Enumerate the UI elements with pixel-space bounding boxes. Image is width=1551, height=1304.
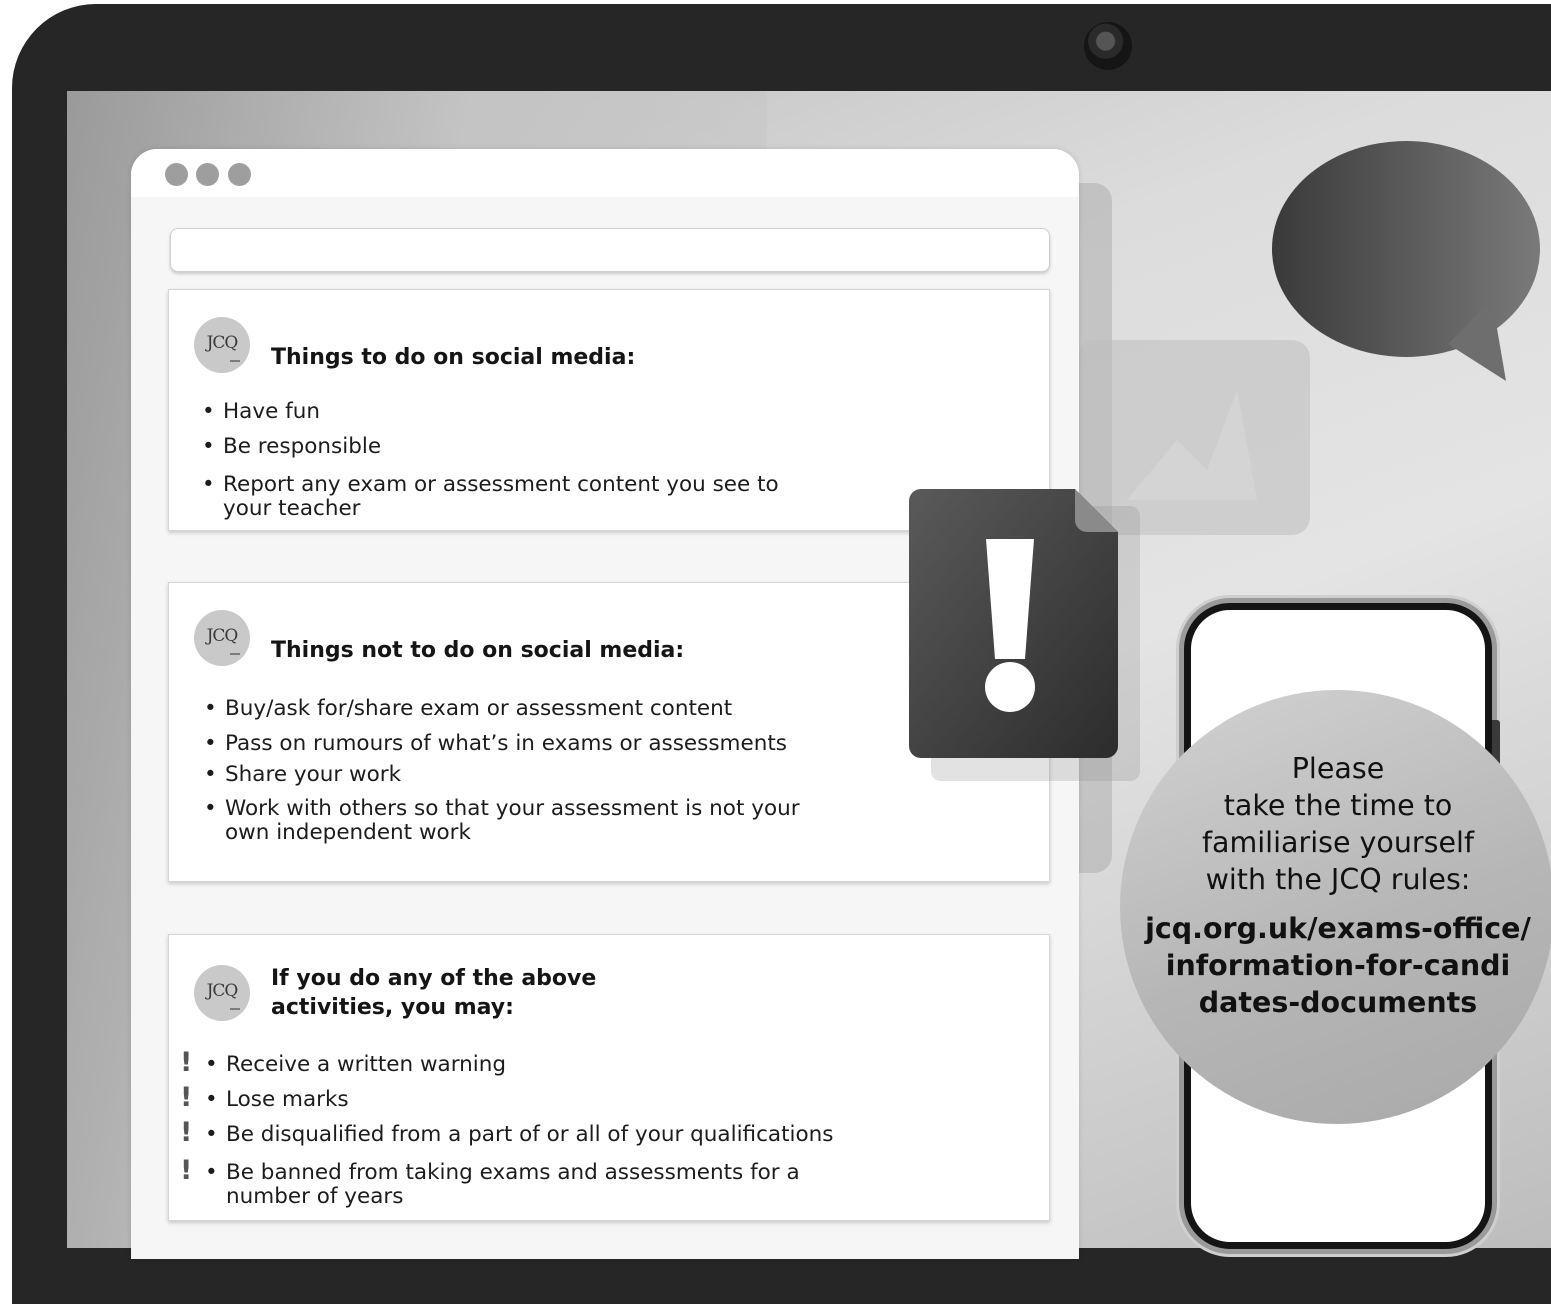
card-title: If you do any of the above activities, y…: [271, 966, 597, 1020]
logo-text: JCQ: [206, 981, 239, 1001]
list-item: ! • Lose marks: [180, 1082, 349, 1113]
jcq-logo-icon: JCQ: [194, 610, 250, 666]
jcq-link[interactable]: jcq.org.uk/exams-office/ information-for…: [1128, 910, 1548, 1021]
list-item: ! • Receive a written warning: [180, 1047, 507, 1078]
window-dot-icon[interactable]: [196, 163, 219, 186]
list-item: • Buy/ask for/share exam or assessment co…: [204, 696, 733, 721]
speech-bubble-icon: [1272, 141, 1540, 381]
list-item: • Share your work: [204, 762, 402, 787]
exclamation-icon: !: [180, 1117, 193, 1148]
card-title: Things to do on social media:: [271, 345, 636, 370]
logo-text: JCQ: [206, 626, 239, 646]
address-bar[interactable]: [170, 228, 1050, 272]
list-item: • Be responsible: [202, 434, 382, 459]
exclamation-icon: !: [180, 1082, 193, 1113]
list-item: ! • Be banned from taking exams and assess…: [180, 1155, 800, 1209]
alert-document-icon: [909, 489, 1118, 758]
jcq-logo-icon: JCQ: [194, 965, 250, 1021]
card-title: Things not to do on social media:: [271, 638, 685, 663]
exclamation-icon: !: [180, 1155, 193, 1186]
list-item: • Have fun: [202, 399, 320, 424]
list-item: ! • Be disqualified from a part of or all …: [180, 1117, 834, 1148]
logo-text: JCQ: [206, 333, 239, 353]
window-dot-icon[interactable]: [165, 163, 188, 186]
jcq-logo-icon: JCQ: [194, 317, 250, 373]
browser-titlebar: [131, 149, 1079, 197]
window-dot-icon[interactable]: [228, 163, 251, 186]
list-item: • Work with others so that your assessmen…: [204, 796, 800, 845]
notice-text: Please take the time to familiarise your…: [1202, 752, 1474, 896]
card-consequences: JCQ If you do any of the above activitie…: [168, 934, 1050, 1221]
list-item: • Report any exam or assessment content y…: [202, 472, 779, 521]
exclamation-icon: !: [180, 1047, 193, 1078]
list-item: • Pass on rumours of what’s in exams or a…: [204, 731, 787, 756]
webcam-icon: [1084, 22, 1132, 70]
